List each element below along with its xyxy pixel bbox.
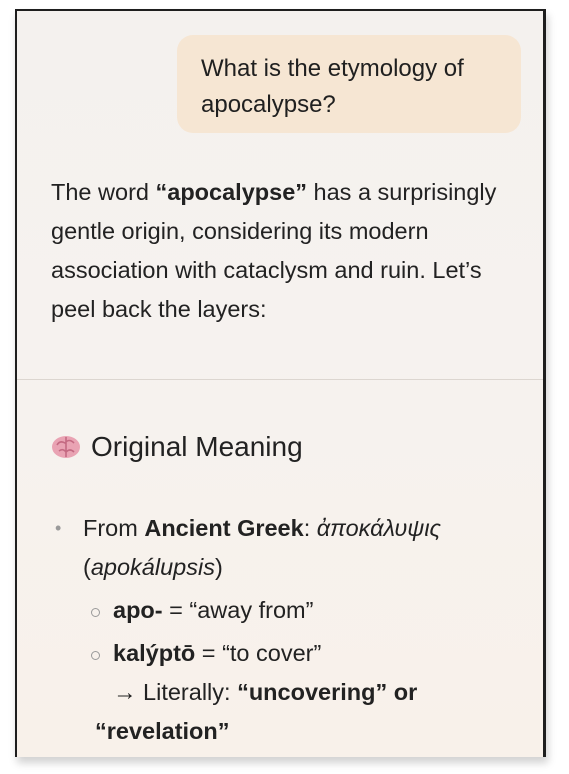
list-item-text: From [83, 515, 145, 541]
assistant-intro-paragraph: The word “apocalypse” has a surprisingly… [51, 173, 521, 329]
paren-open: ( [83, 554, 91, 580]
section-title: Original Meaning [91, 431, 303, 462]
morpheme-apo: apo- [113, 597, 163, 623]
section-divider [17, 379, 543, 380]
user-message-line-2: apocalypse? [201, 91, 336, 118]
literal-uncovering: “uncovering” or [237, 679, 418, 705]
sub-item-apo: apo- = “away from” [55, 591, 525, 630]
morpheme-kalypto-meaning: = “to cover” [195, 640, 322, 666]
literal-meaning-continued: “revelation” [55, 712, 525, 751]
literal-revelation: “revelation” [95, 718, 230, 744]
intro-text-start: The word [51, 179, 156, 205]
bullet-dot: • [55, 518, 62, 538]
brain-icon [52, 436, 80, 458]
hollow-bullet [91, 608, 100, 617]
paren-close: ) [214, 554, 223, 580]
literal-prefix: → Literally: [113, 679, 238, 705]
chat-window: What is the etymology of apocalypse? The… [15, 9, 546, 757]
hollow-bullet [91, 651, 100, 660]
list-item-ancient-greek: • From Ancient Greek: ἀποκάλυψις (apokál… [55, 509, 525, 587]
literal-meaning: → Literally: “uncovering” or [55, 673, 525, 712]
list-item-colon: : [303, 515, 317, 541]
sub-item-kalypto: kalýptō = “to cover” [55, 634, 525, 673]
section-heading: Original Meaning [51, 431, 303, 463]
transliteration: apokálupsis [90, 554, 215, 580]
etymology-list: • From Ancient Greek: ἀποκάλυψις (apokál… [55, 509, 525, 751]
greek-word: ἀποκάλυψις [316, 515, 441, 541]
user-message-line-1: What is the etymology of [201, 55, 464, 82]
user-message-bubble: What is the etymology of apocalypse? [177, 35, 521, 133]
intro-keyword: “apocalypse” [155, 179, 308, 205]
ancient-greek-label: Ancient Greek [144, 515, 304, 541]
morpheme-apo-meaning: = “away from” [162, 597, 314, 623]
morpheme-kalypto: kalýptō [113, 640, 196, 666]
